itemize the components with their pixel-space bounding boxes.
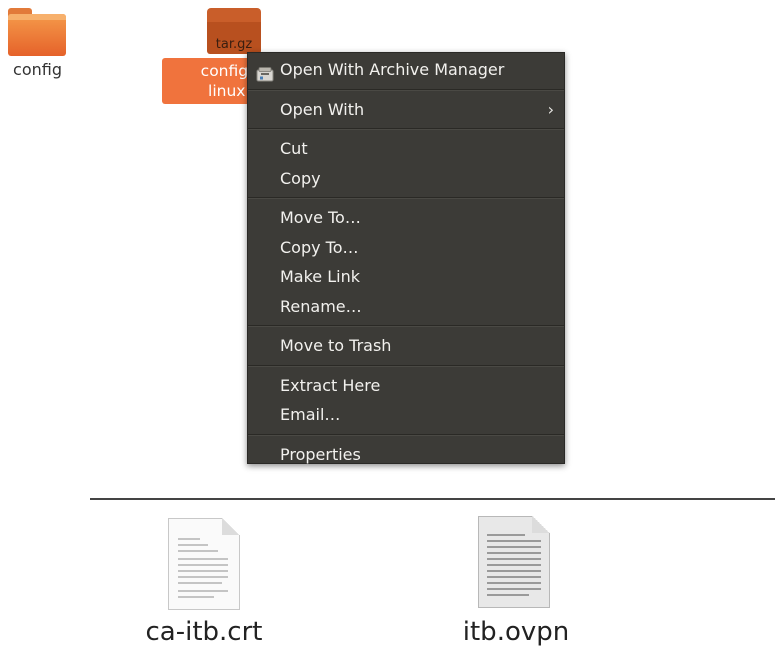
chevron-right-icon: › (547, 99, 554, 119)
menu-item-cut[interactable]: Cut (248, 134, 564, 164)
menu-item-email[interactable]: Email… (248, 400, 564, 430)
text-document-icon[interactable] (168, 518, 240, 610)
file-label[interactable]: itb.ovpn (436, 617, 596, 647)
text-document-icon[interactable] (478, 516, 550, 608)
menu-separator (248, 197, 564, 199)
menu-item-extract-here[interactable]: Extract Here (248, 371, 564, 401)
folder-label[interactable]: config (0, 60, 75, 79)
menu-item-copy[interactable]: Copy (248, 164, 564, 194)
archive-icon[interactable]: tar.gz (207, 8, 261, 54)
desktop: config tar.gz config-op linux.ta Open Wi… (0, 0, 775, 652)
menu-item-make-link[interactable]: Make Link (248, 262, 564, 292)
menu-item-open-with-archive-manager[interactable]: Open With Archive Manager (248, 55, 564, 85)
menu-separator (248, 433, 564, 436)
menu-separator (248, 88, 564, 91)
menu-separator (248, 325, 564, 327)
archive-extension-label: tar.gz (215, 37, 253, 52)
menu-separator (248, 128, 564, 130)
menu-item-move-to-trash[interactable]: Move to Trash (248, 331, 564, 361)
menu-separator (248, 364, 564, 367)
folder-icon[interactable] (8, 8, 66, 56)
context-menu: Open With Archive Manager Open With › Cu… (247, 52, 565, 464)
menu-item-move-to[interactable]: Move To… (248, 203, 564, 233)
file-label[interactable]: ca-itb.crt (124, 617, 284, 647)
archive-manager-icon (256, 62, 274, 82)
section-divider (90, 498, 775, 500)
menu-item-open-with[interactable]: Open With › (248, 95, 564, 125)
menu-item-rename[interactable]: Rename… (248, 292, 564, 322)
menu-item-properties[interactable]: Properties (248, 440, 564, 470)
menu-item-copy-to[interactable]: Copy To… (248, 233, 564, 263)
